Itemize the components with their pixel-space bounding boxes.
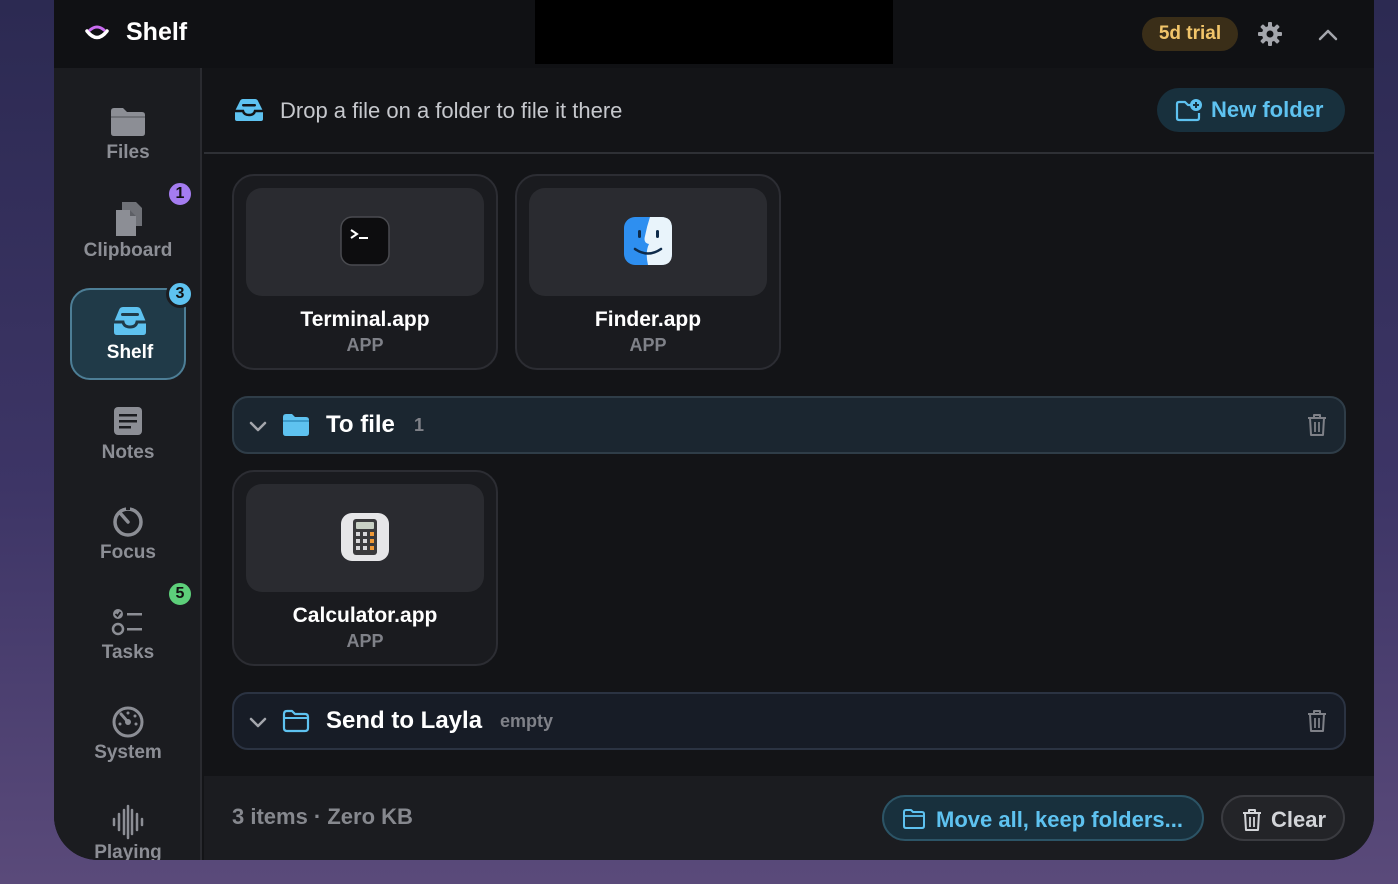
item-kind: APP — [346, 631, 384, 651]
item-kind: APP — [346, 335, 384, 355]
sidebar: Files Clipboard 1 Shelf 3 Notes Focus Ta… — [54, 68, 202, 860]
sidebar-item-system[interactable]: System — [70, 688, 186, 780]
sidebar-item-label: Playing — [94, 842, 162, 860]
shelf-count-badge: 3 — [166, 280, 194, 308]
timer-icon — [113, 505, 143, 537]
shelf-logo-icon — [85, 25, 109, 40]
drop-hint-text: Drop a file on a folder to file it there — [280, 98, 623, 123]
folder-outline-icon — [903, 809, 925, 829]
calculator-icon — [341, 513, 389, 561]
folder-row-send-to-layla[interactable]: Send to Layla empty — [232, 692, 1346, 750]
chevron-down-icon[interactable] — [248, 416, 268, 436]
clear-label: Clear — [1271, 807, 1327, 832]
sidebar-item-label: Shelf — [106, 342, 154, 363]
tray-icon — [235, 99, 263, 121]
chevron-up-icon[interactable] — [1316, 23, 1340, 47]
tray-icon — [114, 307, 146, 335]
new-folder-label: New folder — [1211, 97, 1324, 122]
notes-icon — [114, 407, 142, 435]
shelf-panel: Drop a file on a folder to file it there… — [204, 68, 1374, 860]
shelf-item-card[interactable]: Terminal.app APP — [232, 174, 498, 370]
folder-item-count: 1 — [414, 415, 425, 435]
clear-button[interactable]: Clear — [1221, 795, 1345, 841]
camera-notch — [535, 0, 893, 64]
title-bar: Shelf 5d trial — [54, 0, 1374, 68]
folder-name: Send to Layla — [326, 707, 483, 734]
item-name: Calculator.app — [292, 604, 438, 627]
drop-hint-bar: Drop a file on a folder to file it there… — [204, 68, 1374, 154]
footer-bar: 3 items · Zero KB Move all, keep folders… — [204, 776, 1374, 860]
sidebar-item-files[interactable]: Files — [70, 88, 186, 180]
folder-item-count: empty — [500, 711, 554, 731]
app-window: Shelf 5d trial Files Clipboard 1 Shelf 3… — [54, 0, 1374, 860]
sidebar-item-label: System — [94, 742, 162, 763]
folder-plus-icon — [1175, 99, 1202, 122]
new-folder-button[interactable]: New folder — [1157, 88, 1345, 132]
folder-outline-icon — [282, 709, 310, 733]
sidebar-item-notes[interactable]: Notes — [70, 388, 186, 480]
terminal-icon — [340, 216, 390, 266]
folder-row-to-file[interactable]: To file 1 — [232, 396, 1346, 454]
sidebar-item-focus[interactable]: Focus — [70, 488, 186, 580]
sidebar-item-label: Files — [106, 142, 150, 163]
items-summary: 3 items · Zero KB — [232, 804, 413, 829]
folder-name: To file — [326, 411, 395, 438]
move-all-label: Move all, keep folders... — [936, 807, 1183, 832]
shelf-item-card[interactable]: Finder.app APP — [515, 174, 781, 370]
gear-icon[interactable] — [1257, 21, 1283, 47]
item-kind: APP — [629, 335, 667, 355]
app-title: Shelf — [126, 18, 188, 46]
trash-icon — [1243, 809, 1261, 831]
tasks-count-badge: 5 — [166, 580, 194, 608]
clipboard-count-badge: 1 — [166, 180, 194, 208]
item-name: Terminal.app — [300, 308, 430, 331]
gauge-icon — [112, 706, 144, 738]
folder-icon — [283, 414, 309, 436]
tasks-icon — [111, 609, 142, 636]
sidebar-item-label: Notes — [101, 442, 155, 463]
trash-icon[interactable] — [1306, 709, 1328, 733]
clipboard-icon — [116, 202, 142, 236]
folder-icon — [111, 108, 145, 136]
sidebar-item-playing[interactable]: Playing — [70, 788, 186, 860]
finder-icon — [624, 217, 672, 265]
sidebar-item-label: Focus — [100, 542, 156, 563]
trial-badge[interactable]: 5d trial — [1142, 17, 1238, 51]
chevron-down-icon[interactable] — [248, 712, 268, 732]
waveform-icon — [112, 804, 144, 840]
sidebar-item-label: Tasks — [101, 642, 155, 663]
item-thumbnail — [529, 188, 767, 296]
item-thumbnail — [246, 188, 484, 296]
trash-icon[interactable] — [1306, 413, 1328, 437]
item-name: Finder.app — [594, 308, 702, 331]
sidebar-item-label: Clipboard — [83, 240, 173, 261]
move-all-button[interactable]: Move all, keep folders... — [882, 795, 1204, 841]
shelf-item-card[interactable]: Calculator.app APP — [232, 470, 498, 666]
item-thumbnail — [246, 484, 484, 592]
